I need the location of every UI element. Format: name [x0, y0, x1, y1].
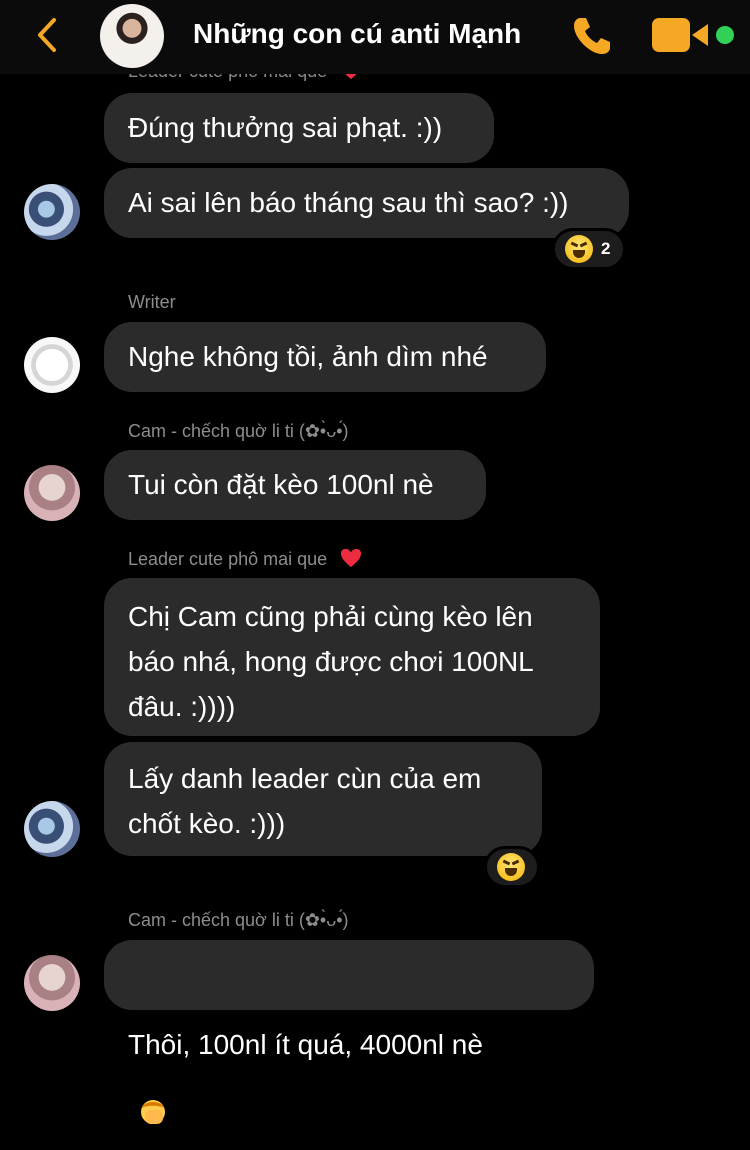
- message-bubble[interactable]: Ai sai lên báo tháng sau thì sao? :)): [104, 168, 629, 238]
- facepalm-emoji-icon: [141, 1100, 165, 1124]
- group-avatar[interactable]: [100, 4, 164, 68]
- message-bubble[interactable]: Thôi, 100nl ít quá, 4000nl nè: [104, 940, 594, 1124]
- avatar[interactable]: [24, 955, 80, 1011]
- message-bubble[interactable]: Đúng thưởng sai phạt. :)): [104, 93, 494, 163]
- sender-name: Writer: [128, 292, 176, 312]
- message-bubble[interactable]: Lấy danh leader cùn của em chốt kèo. :))…: [104, 742, 542, 856]
- chat-header: Những con cú anti Mạnh: [0, 0, 750, 74]
- reaction-badge[interactable]: 2: [552, 228, 626, 270]
- video-call-icon[interactable]: [652, 18, 714, 52]
- avatar[interactable]: [24, 465, 80, 521]
- back-chevron-icon[interactable]: [30, 14, 64, 56]
- message-bubble[interactable]: Nghe không tồi, ảnh dìm nhé: [104, 322, 546, 392]
- heart-icon: [341, 548, 362, 568]
- avatar[interactable]: [24, 337, 80, 393]
- message-bubble[interactable]: Tui còn đặt kèo 100nl nè: [104, 450, 486, 520]
- reaction-badge[interactable]: [484, 846, 540, 888]
- sender-name: Cam - chếch quờ li ti (✿•̀ᴗ•́): [128, 421, 349, 441]
- sender-name: Cam - chếch quờ li ti (✿•̀ᴗ•́): [128, 910, 349, 930]
- chat-title[interactable]: Những con cú anti Mạnh: [193, 18, 521, 50]
- reaction-count: 2: [601, 239, 611, 258]
- online-status-dot: [716, 26, 734, 44]
- laughing-emoji-icon: [565, 235, 593, 263]
- avatar[interactable]: [24, 801, 80, 857]
- message-bubble[interactable]: Chị Cam cũng phải cùng kèo lên báo nhá, …: [104, 578, 600, 736]
- avatar[interactable]: [24, 184, 80, 240]
- sender-name: Leader cute phô mai que: [128, 548, 362, 570]
- laughing-emoji-icon: [497, 853, 525, 881]
- phone-icon[interactable]: [570, 12, 616, 58]
- message-text: Thôi, 100nl ít quá, 4000nl nè: [128, 1029, 483, 1060]
